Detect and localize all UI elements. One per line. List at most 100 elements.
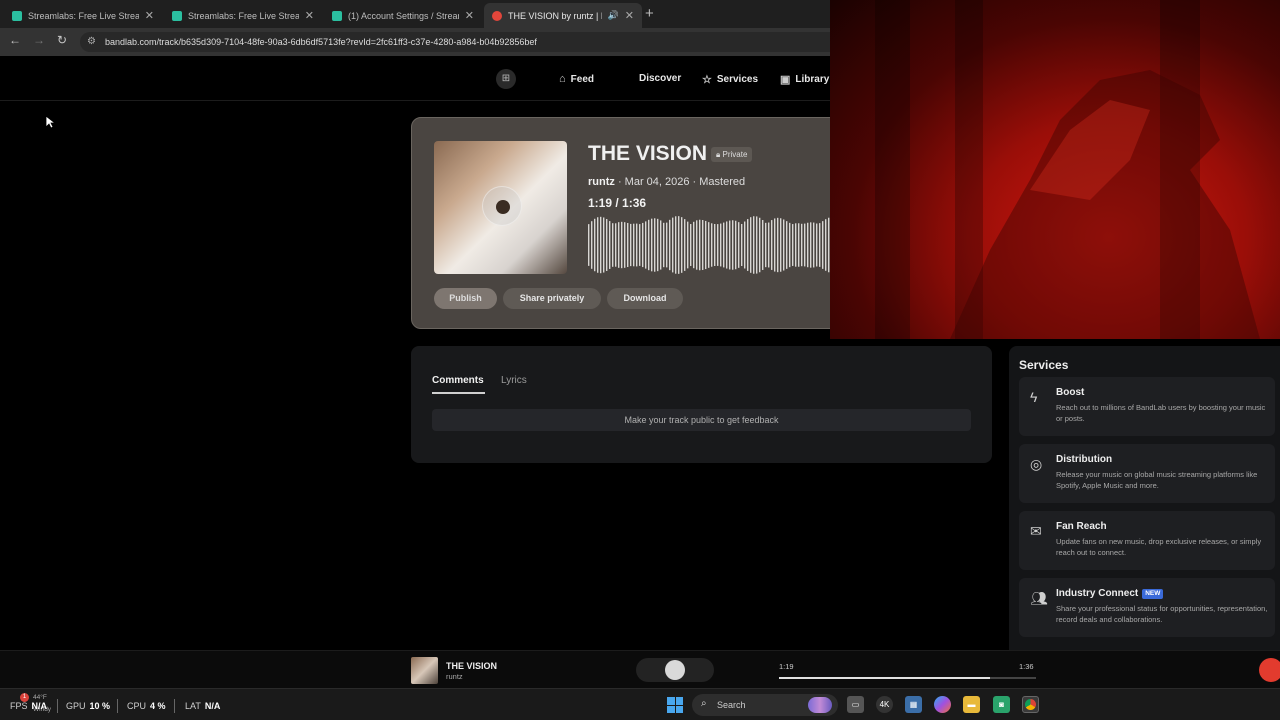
waveform-bar (627, 222, 629, 268)
taskbar-search[interactable]: ⌕ Search (692, 694, 838, 716)
tab-comments[interactable]: Comments (432, 375, 484, 386)
close-tab-icon[interactable]: ✕ (625, 9, 634, 22)
copilot-icon[interactable] (934, 696, 951, 713)
service-card-boost[interactable]: ϟ Boost Reach out to millions of BandLab… (1019, 377, 1275, 436)
file-explorer-icon[interactable]: ▬ (963, 696, 980, 713)
xbox-app-icon[interactable]: ◙ (993, 696, 1010, 713)
waveform-bar (684, 219, 686, 271)
waveform-bar (645, 221, 647, 269)
streamlabs-favicon-icon (332, 10, 342, 21)
nav-services[interactable]: ☆ Services (702, 73, 758, 86)
service-title: Industry Connect (1056, 588, 1139, 599)
task-view-icon[interactable]: ▭ (847, 696, 864, 713)
nav-discover[interactable]: Discover (639, 73, 681, 84)
close-tab-icon[interactable]: ✕ (465, 9, 474, 22)
gpu-stat: GPU 10 % (66, 701, 111, 711)
waveform-bar (603, 217, 605, 273)
tab-label: (1) Account Settings / Streamlab (348, 10, 459, 21)
waveform-bar (612, 223, 614, 267)
artwork-play-overlay[interactable] (482, 186, 522, 226)
browser-tab-active[interactable]: THE VISION by runtz | Band 🔊 ✕ (484, 3, 642, 28)
waveform-bar (783, 219, 785, 271)
waveform-bar (654, 218, 656, 272)
waveform-bar (744, 221, 746, 269)
nav-library[interactable]: ▣ Library (780, 73, 829, 86)
weather-temp[interactable]: 44°F (33, 694, 47, 701)
waveform-bar (816, 223, 818, 267)
waveform-bar (729, 220, 731, 270)
cpu-stat: CPU 4 % (127, 701, 166, 711)
play-pause-button[interactable] (636, 658, 714, 682)
chrome-icon[interactable] (1022, 696, 1039, 713)
waveform-bar (630, 223, 632, 267)
track-title: THE VISION (588, 142, 708, 165)
waveform-bar (732, 220, 734, 270)
waveform-bar (708, 222, 710, 268)
waveform-bar (624, 222, 626, 268)
share-privately-button[interactable]: Share privately (503, 288, 601, 309)
waveform-bar (666, 222, 668, 268)
mouse-cursor-icon (45, 115, 55, 129)
close-tab-icon[interactable]: ✕ (305, 9, 314, 22)
forward-arrow-icon[interactable]: → (33, 33, 45, 47)
download-button[interactable]: Download (607, 288, 683, 309)
new-tab-icon[interactable]: + (645, 5, 654, 22)
waveform-bar (750, 217, 752, 273)
url-text[interactable]: bandlab.com/track/b635d309-7104-48fe-90a… (105, 37, 537, 47)
browser-tab[interactable]: (1) Account Settings / Streamlab ✕ (324, 3, 482, 28)
service-card-industry-connect[interactable]: 👥︎ Industry Connect NEW Share your profes… (1019, 578, 1275, 637)
4k-app-icon[interactable]: 4K (876, 696, 893, 713)
address-bar[interactable]: ⚙ bandlab.com/track/b635d309-7104-48fe-9… (80, 32, 840, 52)
waveform-bar (672, 217, 674, 273)
tab-label: Streamlabs: Free Live Streaming (188, 10, 299, 21)
progress-bar[interactable] (779, 677, 1036, 679)
track-artwork[interactable] (434, 141, 567, 274)
record-button[interactable] (1259, 658, 1280, 682)
waveform-bar (822, 221, 824, 269)
waveform-bar (792, 224, 794, 266)
nav-label: Discover (639, 73, 682, 84)
tab-lyrics[interactable]: Lyrics (501, 375, 527, 386)
track-time: 1:19 / 1:36 (588, 196, 646, 210)
waveform-bar (642, 222, 644, 268)
service-card-distribution[interactable]: ◎ Distribution Release your music on glo… (1019, 444, 1275, 503)
speaker-icon[interactable]: 🔊 (608, 10, 619, 21)
nav-feed[interactable]: ⌂ Feed (559, 73, 594, 85)
tab-label: Streamlabs: Free Live Streaming (28, 10, 139, 21)
waveform-bar (660, 220, 662, 270)
waveform-bar (591, 221, 593, 269)
player-title[interactable]: THE VISION (446, 661, 497, 671)
waveform-bar (648, 219, 650, 271)
waveform-bar (741, 223, 743, 267)
waveform-bar (825, 219, 827, 271)
artist-link[interactable]: runtz (588, 176, 615, 188)
publish-button[interactable]: Publish (434, 288, 497, 309)
distribution-icon: ◎ (1030, 456, 1043, 472)
close-tab-icon[interactable]: ✕ (145, 9, 154, 22)
browser-tab[interactable]: Streamlabs: Free Live Streaming ✕ (164, 3, 322, 28)
waveform-bar (714, 223, 716, 267)
back-arrow-icon[interactable]: ← (9, 33, 21, 47)
waveform-bar (699, 219, 701, 271)
windows-start-icon[interactable] (667, 697, 683, 713)
apps-grid-icon[interactable]: ⊞ (496, 69, 516, 89)
player-artwork[interactable] (411, 657, 438, 684)
waveform-bar (810, 222, 812, 268)
waveform-bar (747, 219, 749, 271)
player-artist[interactable]: runtz (446, 672, 463, 681)
waveform-bar (678, 216, 680, 274)
service-title: Boost (1056, 387, 1085, 398)
waveform[interactable] (588, 216, 871, 274)
site-info-icon[interactable]: ⚙ (87, 36, 96, 47)
search-icon: ⌕ (701, 698, 707, 709)
waveform-bar (696, 220, 698, 270)
service-title: Fan Reach (1056, 521, 1107, 532)
browser-tab[interactable]: Streamlabs: Free Live Streaming ✕ (4, 3, 162, 28)
waveform-bar (807, 222, 809, 268)
waveform-bar (780, 218, 782, 272)
mail-icon: ✉ (1030, 523, 1042, 539)
service-card-fan-reach[interactable]: ✉ Fan Reach Update fans on new music, dr… (1019, 511, 1275, 570)
reload-icon[interactable]: ↻ (57, 33, 67, 47)
waveform-bar (687, 221, 689, 269)
photos-app-icon[interactable]: ▦ (905, 696, 922, 713)
